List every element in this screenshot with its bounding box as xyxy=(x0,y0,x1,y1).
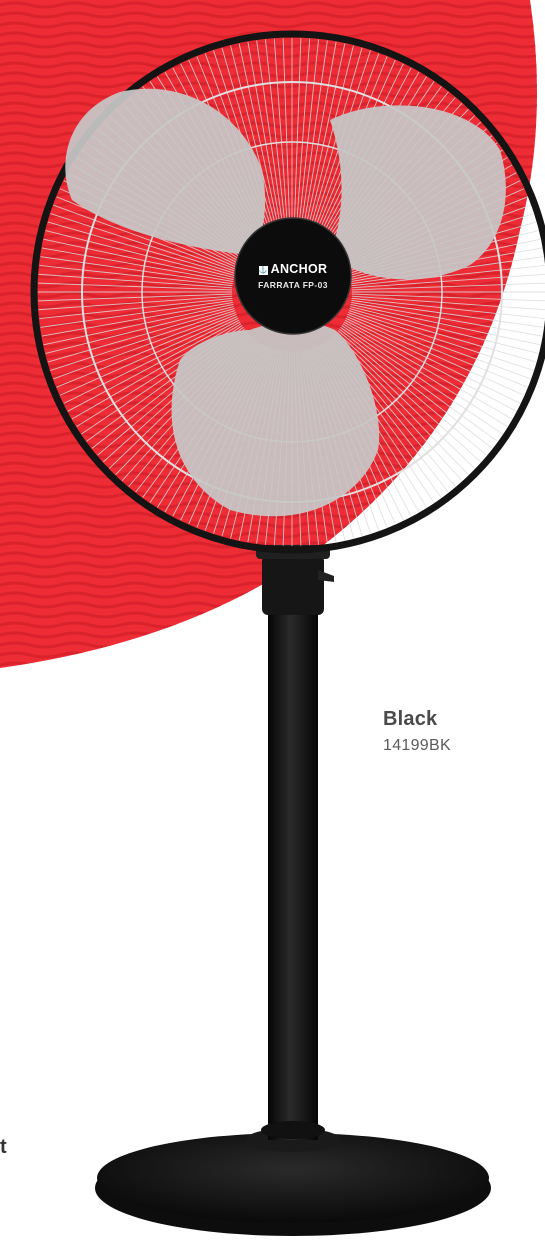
model-name: FARRATA FP-03 xyxy=(258,280,328,290)
variant-code: 14199BK xyxy=(383,737,451,754)
fan-base xyxy=(95,1128,491,1236)
product-illustration xyxy=(0,0,545,1236)
brand-name: ANCHOR xyxy=(270,262,328,276)
fan-pole xyxy=(256,545,334,1140)
cropped-edge-text: t xyxy=(0,1136,7,1158)
brand-logo: ⚓ ANCHOR xyxy=(238,262,348,276)
variant-color-name: Black xyxy=(383,708,438,730)
anchor-logo-icon: ⚓ xyxy=(258,266,268,275)
fan-hub xyxy=(234,217,352,335)
